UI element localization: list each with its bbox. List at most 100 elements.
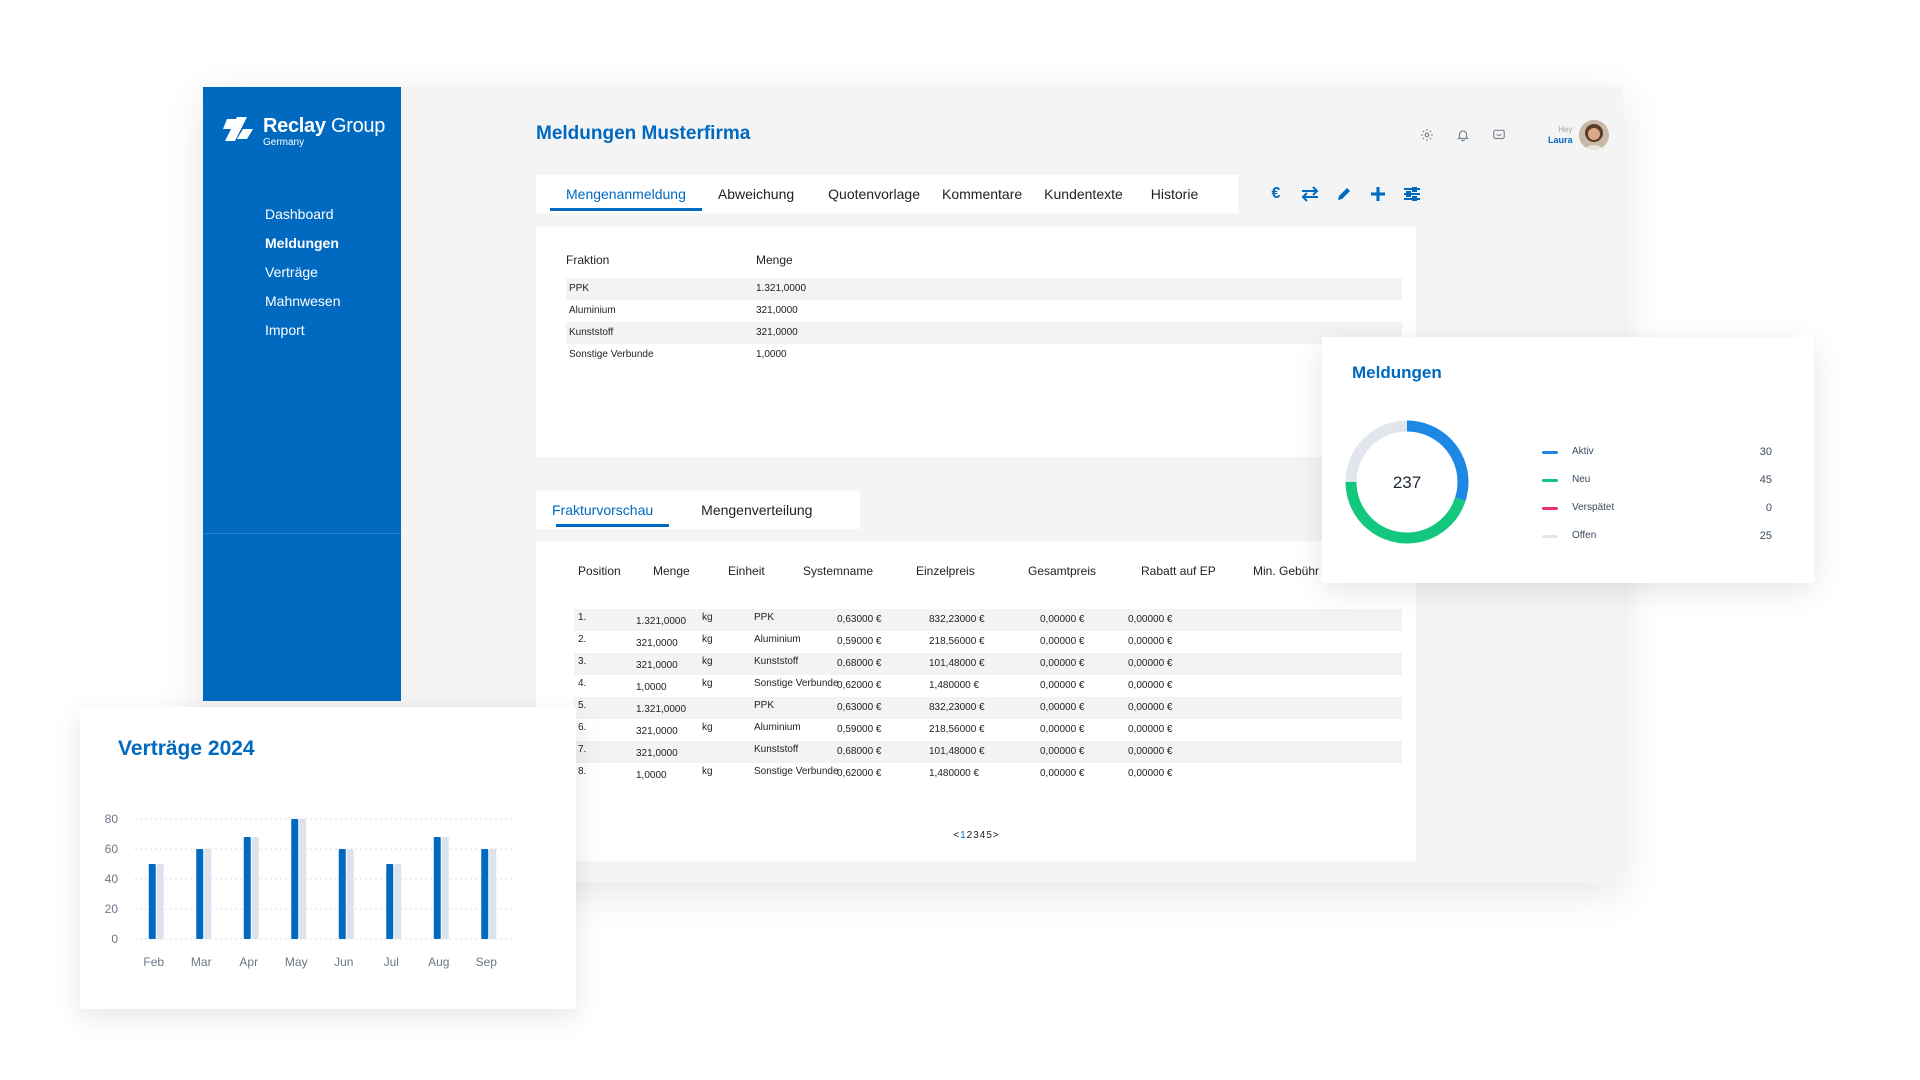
bell-icon[interactable]	[1454, 126, 1472, 144]
table-cell: Aluminium	[754, 634, 801, 645]
column-header[interactable]: Einheit	[728, 564, 765, 578]
table-cell: Kunststoff	[754, 744, 799, 755]
bar	[338, 849, 346, 939]
table-cell: PPK	[754, 700, 775, 711]
table-row[interactable]: 2. 321,0000 kg Aluminium 0,59000 € 218,56000 …	[574, 631, 1402, 653]
sidebar-item-meldungen[interactable]: Meldungen	[265, 229, 341, 258]
fraktion-table: PPK 1.321,0000 Aluminium 321,0000 Kunsts…	[566, 278, 1402, 366]
table-cell: Sonstige Verbunde	[569, 349, 654, 360]
y-tick-label: 20	[105, 902, 119, 916]
table-cell: 0,59000 €	[837, 724, 882, 735]
page-title: Meldungen Musterfirma	[536, 123, 751, 144]
table-row[interactable]: PPK 1.321,0000	[566, 278, 1402, 300]
x-tick-label: May	[285, 955, 308, 969]
tab-quotenvorlage[interactable]: Quotenvorlage	[810, 175, 936, 213]
bar	[291, 819, 299, 939]
table-cell: 8.	[578, 766, 587, 777]
logo-text: Reclay Group	[263, 115, 386, 137]
column-header[interactable]: Position	[578, 564, 621, 578]
tab-mengenanmeldung[interactable]: Mengenanmeldung	[536, 175, 702, 213]
tabs-bottom: Frakturvorschau Mengenverteilung	[536, 491, 860, 529]
table-row[interactable]: 7. 321,0000 Kunststoff 0,68000 € 101,48000 €…	[574, 741, 1402, 763]
table-cell: 0,00000 €	[1040, 746, 1085, 757]
table-cell: 0,00000 €	[1128, 768, 1173, 779]
euro-icon[interactable]: €	[1265, 183, 1287, 205]
meldungen-donut: 237	[1345, 420, 1469, 544]
table-cell: Sonstige Verbunde	[754, 678, 839, 689]
column-header[interactable]: Menge	[756, 253, 793, 267]
legend-swatch	[1542, 479, 1558, 482]
tab-kundentexte[interactable]: Kundentexte	[1038, 175, 1139, 213]
swap-icon[interactable]	[1299, 183, 1321, 205]
tab-abweichung[interactable]: Abweichung	[702, 175, 810, 213]
plus-icon[interactable]	[1367, 183, 1389, 205]
fraktion-card: Fraktion Menge PPK 1.321,0000 Aluminium …	[536, 227, 1416, 457]
pencil-icon[interactable]	[1333, 183, 1355, 205]
table-cell: 0,00000 €	[1040, 614, 1085, 625]
sidebar-item-dashboard[interactable]: Dashboard	[265, 200, 341, 229]
pagination-page[interactable]: 4	[979, 830, 986, 841]
table-row[interactable]: 3. 321,0000 kg Kunststoff 0,68000 € 101,48000…	[574, 653, 1402, 675]
column-header[interactable]: Menge	[653, 564, 690, 578]
column-header[interactable]: Systemname	[803, 564, 873, 578]
column-header[interactable]: Rabatt auf EP	[1141, 564, 1216, 578]
tab-mengenverteilung[interactable]: Mengenverteilung	[669, 491, 828, 529]
message-icon[interactable]	[1490, 126, 1508, 144]
tab-kommentare[interactable]: Kommentare	[936, 175, 1038, 213]
logo[interactable]: Reclay Group Germany	[223, 115, 385, 148]
sliders-icon[interactable]	[1401, 183, 1423, 205]
table-row[interactable]: Aluminium 321,0000	[566, 300, 1402, 322]
table-row[interactable]: Sonstige Verbunde 1,0000	[566, 344, 1402, 366]
pagination-page[interactable]: 2	[966, 830, 973, 841]
table-cell: 7.	[578, 744, 587, 755]
legend-label: Aktiv	[1572, 446, 1594, 457]
meldungen-title: Meldungen	[1352, 363, 1442, 382]
table-cell: 0,00000 €	[1040, 680, 1085, 691]
table-cell: kg	[702, 634, 713, 645]
sidebar-nav: Dashboard Meldungen Verträge Mahnwesen I…	[265, 200, 341, 345]
y-tick-label: 80	[105, 812, 119, 826]
table-cell: 4.	[578, 678, 587, 689]
user-menu[interactable]: Hey Laura	[1548, 120, 1609, 150]
table-cell: kg	[702, 678, 713, 689]
table-cell: Aluminium	[569, 305, 616, 316]
table-cell: 3.	[578, 656, 587, 667]
column-header[interactable]: Fraktion	[566, 253, 609, 267]
sidebar-item-import[interactable]: Import	[265, 316, 341, 345]
table-row[interactable]: 5. 1.321,0000 PPK 0,63000 € 832,23000 € 0,000…	[574, 697, 1402, 719]
x-tick-label: Apr	[239, 955, 258, 969]
column-header[interactable]: Min. Gebühr	[1253, 564, 1319, 578]
pagination-next[interactable]: >	[992, 830, 999, 841]
table-cell: 321,0000	[636, 660, 678, 671]
table-cell: 0,00000 €	[1040, 702, 1085, 713]
table-row[interactable]: 6. 321,0000 kg Aluminium 0,59000 € 218,56000 …	[574, 719, 1402, 741]
tab-historie[interactable]: Historie	[1139, 175, 1214, 213]
tab-frakturvorschau[interactable]: Frakturvorschau	[542, 491, 670, 529]
avatar[interactable]	[1578, 120, 1609, 150]
column-header[interactable]: Einzelpreis	[916, 564, 975, 578]
tabs-top: Mengenanmeldung Abweichung Quotenvorlage…	[536, 175, 1238, 213]
gear-icon[interactable]	[1418, 126, 1436, 144]
table-row[interactable]: 4. 1,0000 kg Sonstige Verbunde 0,62000 € 1,48…	[574, 675, 1402, 697]
sidebar-item-vertraege[interactable]: Verträge	[265, 258, 341, 287]
table-cell: 5.	[578, 700, 587, 711]
table-row[interactable]: Kunststoff 321,0000	[566, 322, 1402, 344]
table-row[interactable]: 8. 1,0000 kg Sonstige Verbunde 0,62000 € 1,48…	[574, 763, 1402, 785]
table-cell: 0,68000 €	[837, 746, 882, 757]
x-tick-label: Mar	[191, 955, 212, 969]
bar	[481, 849, 489, 939]
table-cell: 0,00000 €	[1128, 658, 1173, 669]
x-tick-label: Feb	[143, 955, 164, 969]
legend-label: Offen	[1572, 530, 1597, 541]
table-row[interactable]: 1. 1.321,0000 kg PPK 0,63000 € 832,23000 € 0,0…	[574, 609, 1402, 631]
bar	[196, 849, 204, 939]
pagination-prev[interactable]: <	[953, 830, 960, 841]
table-cell: 321,0000	[636, 748, 678, 759]
table-cell: 321,0000	[636, 638, 678, 649]
legend-label: Neu	[1572, 474, 1591, 485]
column-header[interactable]: Gesamtpreis	[1028, 564, 1096, 578]
x-tick-label: Jul	[384, 955, 399, 969]
sidebar-item-mahnwesen[interactable]: Mahnwesen	[265, 287, 341, 316]
table-cell: 0,00000 €	[1128, 746, 1173, 757]
donut-total: 237	[1393, 473, 1421, 492]
